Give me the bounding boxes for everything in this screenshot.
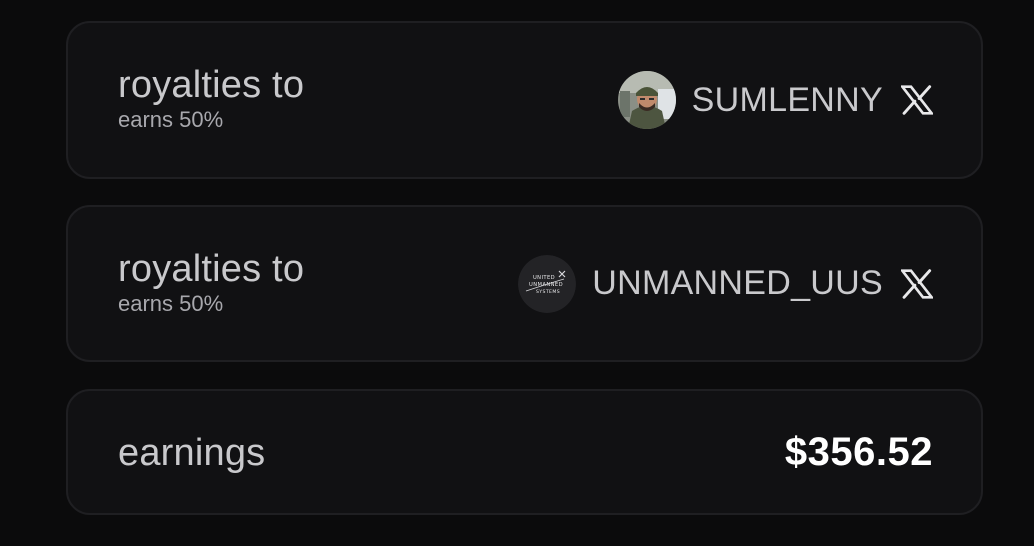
royalty-info: royalties to earns 50% xyxy=(118,65,304,133)
royalty-share: earns 50% xyxy=(118,291,224,316)
x-logo-icon[interactable] xyxy=(901,85,933,115)
logo-line-3: SYSTEMS xyxy=(536,289,560,295)
royalties-panel: royalties to earns 50% SUMLENNY royaltie… xyxy=(0,0,1034,546)
earnings-card: earnings $356.52 xyxy=(66,389,983,515)
logo-line-1: UNITED xyxy=(533,275,555,281)
earnings-label: earnings xyxy=(118,432,266,474)
person-photo-avatar-icon xyxy=(617,71,676,129)
royalty-info: royalties to earns 50% xyxy=(118,249,304,317)
logo-line-2: UNMANNED xyxy=(529,282,563,288)
recipient-handle[interactable]: SUMLENNY xyxy=(692,81,883,120)
united-unmanned-systems-logo-icon: UNITED UNMANNED SYSTEMS xyxy=(518,254,577,313)
recipient-handle[interactable]: UNMANNED_UUS xyxy=(592,264,883,303)
earnings-amount: $356.52 xyxy=(784,429,933,474)
earnings-value: $356.52 xyxy=(785,391,933,513)
royalty-card-unmanned-uus: royalties to earns 50% UNITED UNMANNED S… xyxy=(66,205,983,362)
recipient[interactable]: UNITED UNMANNED SYSTEMS UNMANNED_UUS xyxy=(518,207,933,360)
recipient[interactable]: SUMLENNY xyxy=(617,23,933,177)
avatar[interactable]: UNITED UNMANNED SYSTEMS xyxy=(518,254,577,313)
royalty-label: royalties to xyxy=(118,248,305,290)
royalty-share: earns 50% xyxy=(118,107,224,132)
avatar[interactable] xyxy=(617,71,676,129)
royalty-label: royalties to xyxy=(118,64,305,106)
royalty-card-sumlenny: royalties to earns 50% SUMLENNY xyxy=(66,21,983,179)
x-logo-icon[interactable] xyxy=(901,268,933,299)
